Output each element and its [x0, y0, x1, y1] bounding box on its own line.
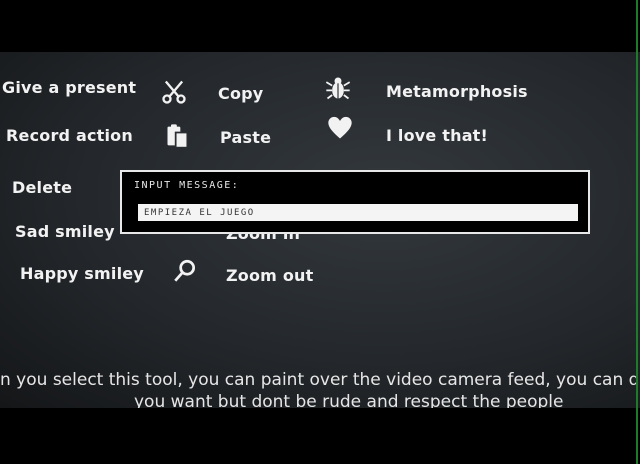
- scissors-icon[interactable]: [160, 78, 188, 106]
- video-screen: Give a present Record action Delete Sad …: [0, 52, 640, 408]
- caption-line-1: n you select this tool, you can paint ov…: [0, 370, 640, 390]
- menu-item-zoom-out[interactable]: Zoom out: [226, 266, 313, 285]
- message-input[interactable]: [138, 204, 578, 221]
- menu-item-delete[interactable]: Delete: [12, 178, 72, 197]
- menu-item-sad-smiley[interactable]: Sad smiley: [15, 222, 115, 241]
- menu-item-copy[interactable]: Copy: [218, 84, 263, 103]
- paste-icon[interactable]: [164, 122, 192, 150]
- magnifier-icon[interactable]: [172, 258, 198, 284]
- heart-icon[interactable]: [326, 114, 354, 142]
- input-message-dialog: INPUT MESSAGE:: [120, 170, 590, 234]
- bug-icon[interactable]: [324, 74, 352, 102]
- menu-item-metamorphosis[interactable]: Metamorphosis: [386, 82, 528, 101]
- screen-edge: [636, 0, 638, 464]
- caption-line-2: you want but dont be rude and respect th…: [134, 392, 564, 408]
- menu-item-record-action[interactable]: Record action: [6, 126, 133, 145]
- dialog-title: INPUT MESSAGE:: [134, 180, 240, 191]
- menu-item-happy-smiley[interactable]: Happy smiley: [20, 264, 144, 283]
- menu-item-i-love-that[interactable]: I love that!: [386, 126, 488, 145]
- menu-item-give-present[interactable]: Give a present: [2, 78, 136, 97]
- menu-item-paste[interactable]: Paste: [220, 128, 271, 147]
